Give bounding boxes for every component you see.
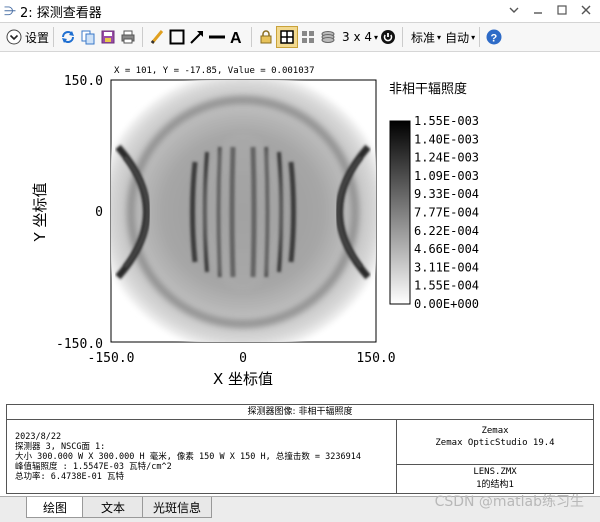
tab-plot[interactable]: 绘图 — [26, 497, 84, 518]
tab-bar: 绘图 文本 光斑信息 CSDN @matlab练习生 — [0, 494, 600, 522]
line-icon[interactable] — [207, 27, 227, 47]
window-title: 2: 探测查看器 — [20, 5, 102, 21]
colorbar-tick-label: 3.11E-004 — [414, 260, 479, 274]
chevron-circle-icon — [6, 29, 22, 45]
pencil-icon[interactable] — [147, 27, 167, 47]
settings-label: 设置 — [25, 30, 50, 45]
auto-dropdown[interactable]: 自动 ▾ — [445, 26, 475, 48]
toolbar: 设置 A 3 x 4 ▾ 标准 ▾ 自动 ▾ ? — [0, 23, 600, 52]
power-icon[interactable] — [378, 27, 398, 47]
colorbar-tick-label: 7.77E-004 — [414, 206, 479, 220]
chevron-down-icon[interactable] — [506, 2, 522, 18]
info-line: 探测器 3, NSCG面 1: — [15, 442, 106, 452]
auto-label: 自动 — [445, 30, 470, 45]
colorbar-tick-label: 1.55E-003 — [414, 114, 479, 128]
caret-down-icon: ▾ — [471, 32, 476, 42]
layout-label: 3 x 4 — [342, 30, 373, 44]
colorbar-tick-label: 6.22E-004 — [414, 224, 479, 238]
colorbar-tick-label: 0.00E+000 — [414, 297, 479, 311]
close-button[interactable] — [578, 2, 594, 18]
colorbar-tick-label: 1.24E-003 — [414, 151, 479, 165]
svg-text:A: A — [230, 30, 242, 45]
info-header: 探测器图像: 非相干辐照度 — [7, 405, 593, 420]
legend-title: 非相干辐照度 — [389, 81, 467, 97]
standard-dropdown[interactable]: 标准 ▾ — [411, 26, 441, 48]
y-tick-label: -150.0 — [56, 337, 103, 352]
settings-button[interactable]: 设置 — [6, 26, 49, 48]
help-icon[interactable]: ? — [484, 27, 504, 47]
x-tick-label: 150.0 — [356, 351, 395, 366]
detector-plot[interactable]: X = 101, Y = -17.85, Value = 0.001037 15… — [0, 52, 600, 402]
rectangle-icon[interactable] — [167, 27, 187, 47]
info-line: 峰值辐照度 : 1.5547E-03 瓦特/cm^2 — [15, 462, 172, 472]
x-axis-label: X 坐标值 — [213, 370, 273, 388]
colorbar — [389, 120, 411, 305]
x-tick-label: -150.0 — [88, 351, 135, 366]
print-icon[interactable] — [118, 27, 138, 47]
save-icon[interactable] — [98, 27, 118, 47]
tab-spot-info[interactable]: 光斑信息 — [142, 497, 212, 518]
grid-icon[interactable] — [298, 27, 318, 47]
y-tick-label: 0 — [95, 205, 103, 220]
software-version: Zemax OpticStudio 19.4 — [435, 438, 555, 448]
colorbar-tick-label: 1.09E-003 — [414, 169, 479, 183]
minimize-button[interactable] — [530, 2, 546, 18]
text-icon[interactable]: A — [227, 27, 247, 47]
arrow-icon[interactable] — [187, 27, 207, 47]
colorbar-tick-label: 1.55E-004 — [414, 279, 479, 293]
maximize-button[interactable] — [554, 2, 570, 18]
info-panel: 探测器图像: 非相干辐照度 2023/8/22 探测器 3, NSCG面 1: … — [6, 404, 594, 494]
configuration-label: 1的结构1 — [476, 480, 514, 490]
y-tick-label: 150.0 — [64, 74, 103, 89]
y-axis-label: Y 坐标值 — [31, 183, 49, 243]
layers-icon[interactable] — [318, 27, 338, 47]
refresh-icon[interactable] — [58, 27, 78, 47]
irradiance-image — [111, 80, 376, 342]
watermark: CSDN @matlab练习生 — [434, 494, 584, 510]
x-tick-label: 0 — [239, 351, 247, 366]
copy-icon[interactable] — [78, 27, 98, 47]
layout-dropdown[interactable]: 3 x 4 ▾ — [342, 26, 378, 48]
colorbar-tick-label: 4.66E-004 — [414, 242, 479, 256]
caret-down-icon: ▾ — [437, 32, 442, 42]
crosshair-icon[interactable] — [276, 26, 299, 48]
software-vendor: Zemax — [481, 426, 509, 436]
dock-icon[interactable]: ⋺ — [4, 4, 16, 18]
lens-file: LENS.ZMX — [473, 467, 517, 477]
cursor-readout: X = 101, Y = -17.85, Value = 0.001037 — [114, 66, 314, 76]
tab-text[interactable]: 文本 — [82, 497, 144, 518]
svg-text:?: ? — [491, 33, 498, 45]
plot-area: X = 101, Y = -17.85, Value = 0.001037 15… — [0, 52, 600, 402]
colorbar-tick-label: 9.33E-004 — [414, 187, 479, 201]
standard-label: 标准 — [411, 30, 436, 45]
colorbar-tick-label: 1.40E-003 — [414, 132, 479, 146]
info-line: 大小 300.000 W X 300.000 H 毫米, 像素 150 W X … — [15, 452, 361, 462]
info-line: 总功率: 6.4738E-01 瓦特 — [15, 472, 125, 482]
title-bar: ⋺ 2: 探测查看器 — [0, 0, 600, 23]
info-line: 2023/8/22 — [15, 432, 62, 442]
lock-icon[interactable] — [256, 27, 276, 47]
